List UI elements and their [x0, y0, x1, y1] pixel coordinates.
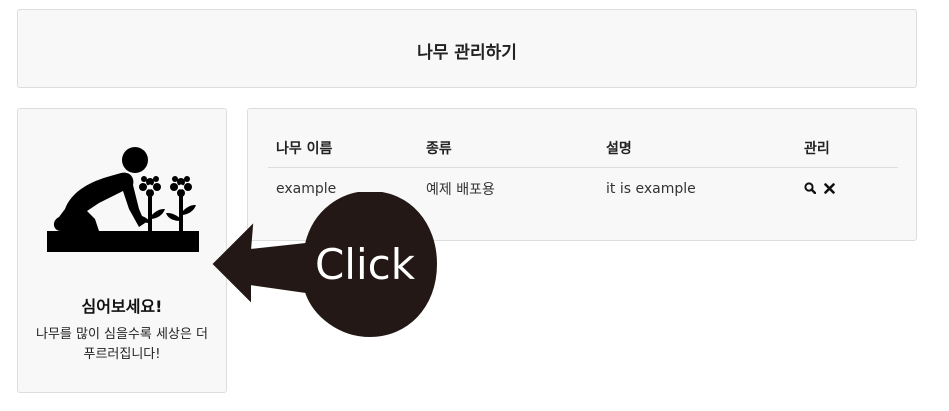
card-title: 심어보세요! [81, 297, 163, 316]
plant-tree-card[interactable]: 심어보세요! 나무를 많이 심을수록 세상은 더 푸르러집니다! [17, 108, 227, 393]
gardener-planting-flowers-icon [47, 147, 199, 252]
column-header-manage: 관리 [796, 133, 898, 168]
column-header-name: 나무 이름 [268, 133, 418, 168]
search-icon[interactable] [804, 182, 817, 197]
cell-tree-description: it is example [606, 181, 696, 197]
delete-icon[interactable] [824, 182, 836, 197]
table-header-row: 나무 이름 종류 설명 관리 [268, 133, 898, 168]
cell-manage-actions [796, 168, 898, 208]
card-description: 나무를 많이 심을수록 세상은 더 푸르러집니다! [35, 327, 208, 362]
page-title: 나무 관리하기 [417, 43, 517, 63]
column-header-description: 설명 [598, 133, 796, 168]
callout-text: Click [314, 240, 416, 289]
column-header-kind: 종류 [418, 133, 598, 168]
cell-tree-kind: 예제 배포용 [426, 182, 495, 198]
header-panel: 나무 관리하기 [17, 9, 917, 88]
